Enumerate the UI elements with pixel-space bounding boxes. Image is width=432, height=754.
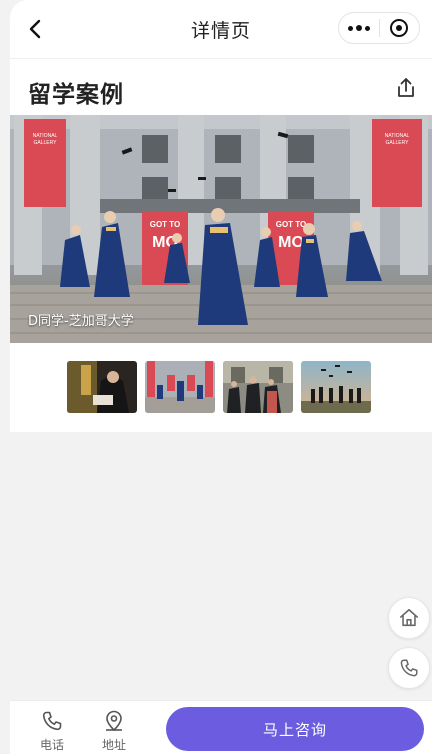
location-pin-icon <box>106 710 122 732</box>
caps-thrown-image <box>301 361 371 413</box>
navigation-title: 详情页 <box>190 19 251 42</box>
thumbnail-4[interactable] <box>301 361 371 413</box>
more-options-button[interactable] <box>339 13 379 43</box>
graduates-building-image <box>223 361 293 413</box>
graduation-steps-image <box>145 361 215 413</box>
svg-text:NATIONAL: NATIONAL <box>33 133 58 139</box>
address-tab[interactable]: 地址 <box>94 709 134 753</box>
thumbnail-3[interactable] <box>223 361 293 413</box>
address-label: 地址 <box>101 738 126 752</box>
svg-text:NATIONAL: NATIONAL <box>385 133 410 139</box>
svg-text:MO: MO <box>278 234 304 251</box>
call-float-button[interactable] <box>388 647 430 689</box>
bottom-action-bar: 电话 地址 马上咨询 <box>10 700 432 754</box>
thumbnail-1[interactable] <box>67 361 137 413</box>
navigation-bar: 详情页 <box>10 0 432 58</box>
thumbnail-2[interactable] <box>145 361 215 413</box>
phone-tab[interactable]: 电话 <box>32 709 72 753</box>
more-dots-icon <box>348 25 353 31</box>
page-title: 留学案例 <box>28 82 124 108</box>
back-arrow-icon[interactable] <box>24 17 48 41</box>
home-icon <box>399 608 419 627</box>
thumbnail-strip <box>67 361 371 413</box>
svg-text:GALLERY: GALLERY <box>34 140 58 146</box>
home-button[interactable] <box>388 597 430 639</box>
share-icon[interactable] <box>394 76 418 100</box>
phone-icon <box>42 711 62 731</box>
student-reading-image <box>67 361 137 413</box>
hero-image[interactable]: NATIONAL GALLERY NATIONAL GALLERY GOT TO… <box>10 115 432 343</box>
target-icon <box>390 19 409 37</box>
mini-program-capsule <box>338 12 420 44</box>
svg-text:GOT TO: GOT TO <box>150 220 181 229</box>
svg-text:GALLERY: GALLERY <box>386 140 410 146</box>
svg-text:GOT TO: GOT TO <box>276 220 307 229</box>
graduation-photo: NATIONAL GALLERY NATIONAL GALLERY GOT TO… <box>10 115 432 343</box>
close-program-button[interactable] <box>380 13 419 43</box>
phone-label: 电话 <box>39 738 64 752</box>
phone-icon <box>400 659 418 677</box>
hero-caption: D同学-芝加哥大学 <box>28 314 134 329</box>
consult-now-button[interactable]: 马上咨询 <box>166 707 424 751</box>
case-detail-card: 留学案例 NATIONAL GALLERY NATIONAL GALLERY G… <box>10 58 432 432</box>
